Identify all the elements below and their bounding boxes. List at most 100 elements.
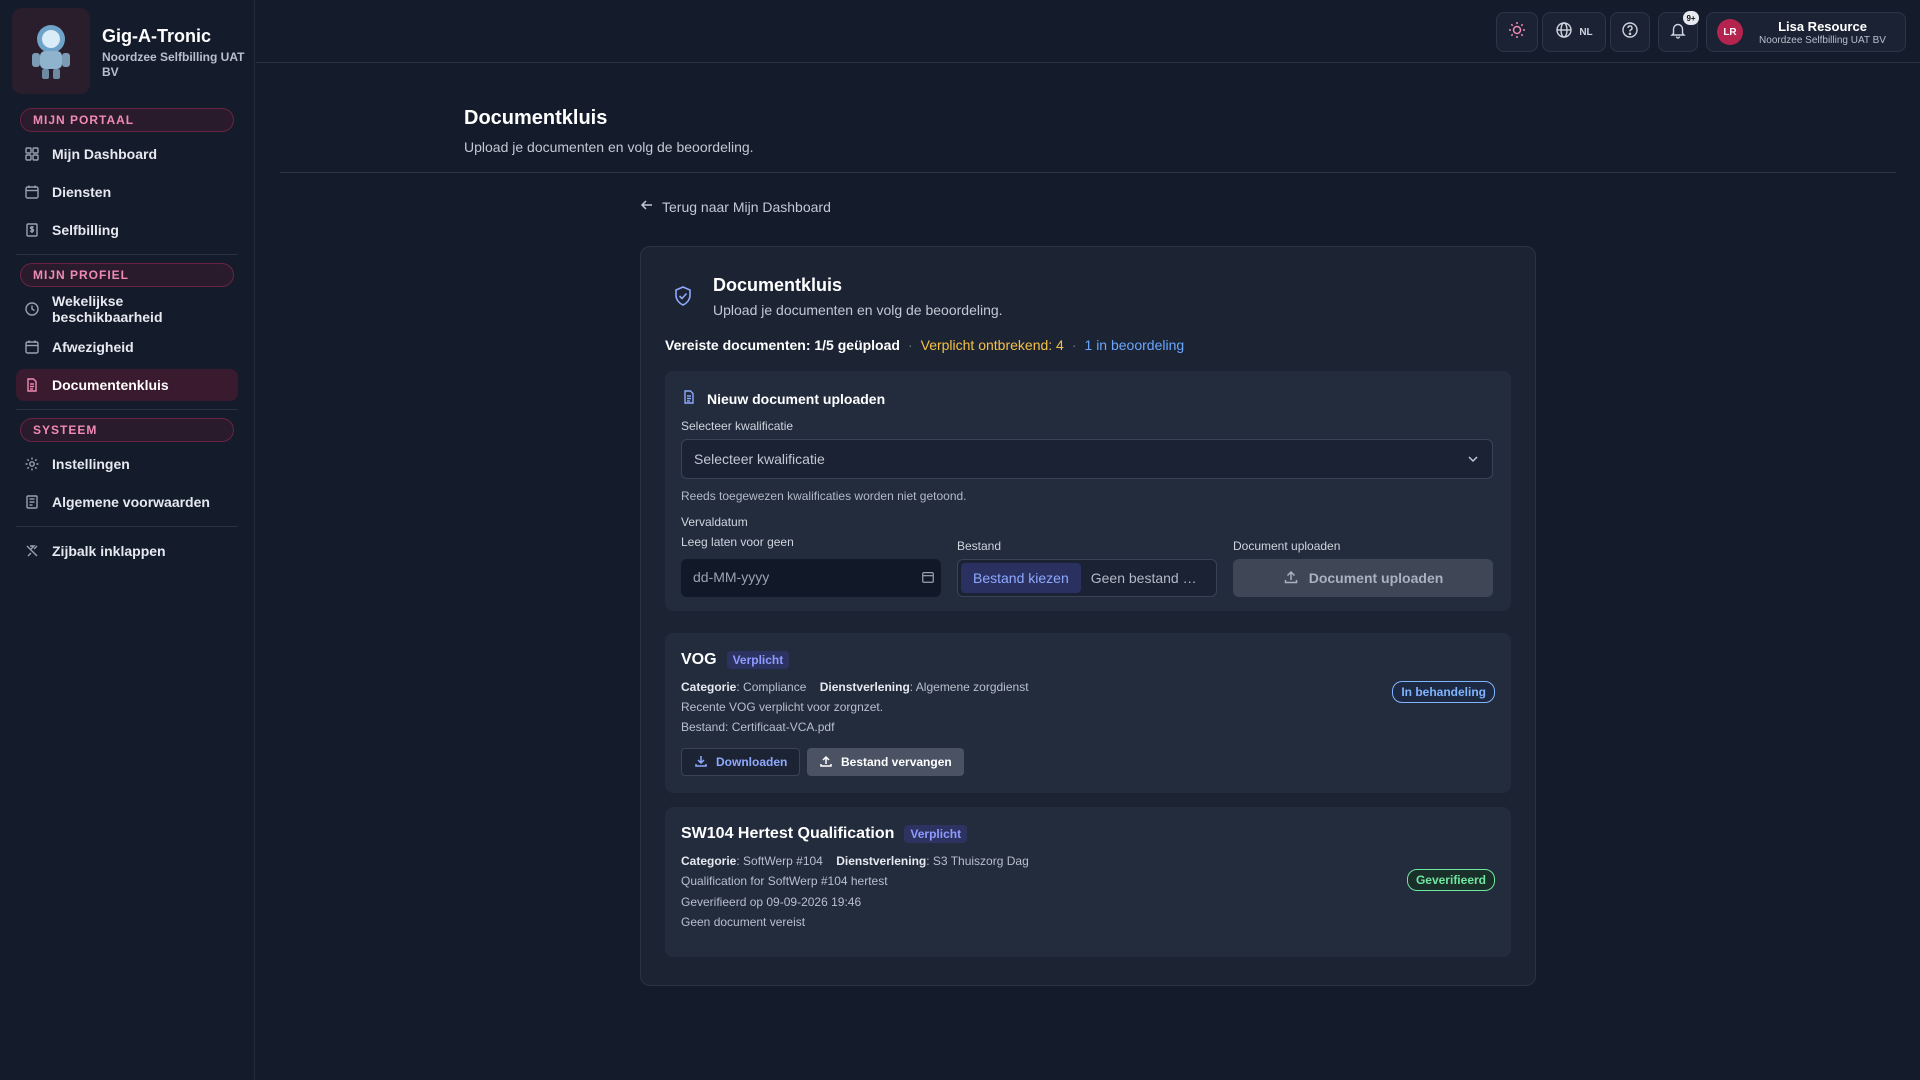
page-title: Documentkluis [464, 107, 608, 129]
document-icon [24, 377, 40, 393]
sidebar-item-label: Documentenkluis [52, 377, 169, 393]
dashboard-icon [24, 146, 40, 162]
document-card-sw104: SW104 Hertest Qualification Verplicht Ca… [665, 807, 1511, 957]
avatar: LR [1717, 19, 1743, 45]
expiry-label: Vervaldatum [681, 515, 748, 529]
qualification-label: Selecteer kwalificatie [681, 419, 794, 433]
language-code: NL [1579, 26, 1593, 38]
calendar-icon [921, 570, 935, 587]
separator: · [907, 337, 913, 353]
required-tag: Verplicht [904, 825, 968, 843]
brand-logo-icon [12, 8, 90, 94]
card-title: Documentkluis [713, 275, 843, 295]
file-input[interactable]: Bestand kiezen Geen bestand gekozen [957, 559, 1217, 597]
document-meta: Categorie: Compliance Dienstverlening: A… [681, 680, 1029, 694]
category-value: SoftWerp #104 [743, 854, 823, 868]
sidebar-item-algemene-voorwaarden[interactable]: Algemene voorwaarden [16, 486, 238, 518]
in-review-count: 1 in beoordeling [1084, 337, 1185, 353]
chevron-down-icon [1466, 452, 1480, 469]
divider [16, 409, 238, 410]
sidebar-item-instellingen[interactable]: Instellingen [16, 448, 238, 480]
download-icon [694, 754, 716, 771]
user-menu-button[interactable]: LR Lisa Resource Noordzee Selfbilling UA… [1706, 12, 1906, 52]
sidebar-item-label: Selfbilling [52, 222, 119, 238]
sidebar-collapse-button[interactable]: Zijbalk inklappen [16, 535, 238, 567]
divider [16, 526, 238, 527]
sidebar-item-documentenkluis[interactable]: Documentenkluis [16, 369, 238, 401]
expiry-placeholder: dd-MM-yyyy [693, 569, 770, 585]
back-link-label: Terug naar Mijn Dashboard [662, 198, 831, 215]
choose-file-button[interactable]: Bestand kiezen [961, 563, 1081, 593]
category-label: Categorie [681, 680, 737, 694]
gear-icon [24, 456, 40, 472]
document-card-vog: VOG Verplicht Categorie: Compliance Dien… [665, 633, 1511, 793]
divider [16, 254, 238, 255]
service-value: S3 Thuiszorg Dag [932, 854, 1029, 868]
required-tag: Verplicht [726, 651, 790, 669]
shield-check-icon [673, 275, 695, 318]
sidebar-item-diensten[interactable]: Diensten [16, 176, 238, 208]
invoice-icon [24, 222, 40, 238]
brand-subtitle: Noordzee Selfbilling UAT BV [102, 50, 245, 79]
qualification-hint: Reeds toegewezen kwalificaties worden ni… [681, 489, 967, 503]
sidebar-item-mijn-dashboard[interactable]: Mijn Dashboard [16, 138, 238, 170]
expiry-date-input[interactable]: dd-MM-yyyy [681, 559, 941, 597]
language-button[interactable]: NL [1542, 12, 1606, 52]
sidebar-collapse-label: Zijbalk inklappen [52, 543, 166, 559]
sidebar-item-afwezigheid[interactable]: Afwezigheid [16, 331, 238, 363]
upload-document-button[interactable]: Document uploaden [1233, 559, 1493, 597]
category-value: Compliance [743, 680, 807, 694]
service-label: Dienstverlening [819, 680, 910, 694]
scroll-icon [24, 494, 40, 510]
replace-label: Bestand vervangen [841, 755, 952, 769]
notification-badge: 9+ [1683, 11, 1699, 25]
notifications-button[interactable]: 9+ [1658, 11, 1699, 52]
download-label: Downloaden [716, 755, 788, 769]
sun-icon [1507, 20, 1527, 45]
user-org: Noordzee Selfbilling UAT BV [1759, 34, 1886, 46]
file-label: Bestand [957, 539, 1002, 553]
qualification-placeholder: Selecteer kwalificatie [694, 451, 825, 467]
clock-icon [24, 301, 40, 317]
sidebar-item-selfbilling[interactable]: Selfbilling [16, 214, 238, 246]
upload-panel: Nieuw document uploaden Selecteer kwalif… [665, 371, 1511, 611]
upload-button-label: Document uploaden [1308, 570, 1444, 586]
document-summary: Vereiste documenten: 1/5 geüpload · Verp… [665, 337, 1184, 353]
sidebar-item-label: Wekelijkse beschikbaarheid [52, 293, 163, 325]
section-mijn-profiel: MIJN PROFIEL [20, 263, 234, 287]
separator: · [1071, 337, 1077, 353]
user-name: Lisa Resource [1778, 18, 1867, 34]
help-icon [1621, 21, 1639, 44]
replace-file-button[interactable]: Bestand vervangen [807, 748, 964, 776]
document-description: Recente VOG verplicht voor zorgnzet. [681, 700, 884, 714]
upload-icon [819, 754, 841, 771]
upload-icon [1283, 569, 1309, 588]
divider [280, 172, 1896, 173]
missing-count: Verplicht ontbrekend: 4 [920, 337, 1064, 353]
theme-toggle-button[interactable] [1496, 12, 1538, 52]
calendar-icon [24, 184, 40, 200]
topbar: NL 9+ LR Lisa Resource Noordzee Selfbill… [256, 0, 1920, 63]
sidebar-item-label: Mijn Dashboard [52, 146, 158, 162]
brand-title: Gig-A-Tronic [102, 26, 211, 46]
document-description: Qualification for SoftWerp #104 hertest [681, 874, 888, 888]
no-document-note: Geen document vereist [681, 915, 806, 929]
upload-label: Document uploaden [1233, 539, 1341, 553]
help-button[interactable] [1610, 12, 1650, 52]
download-button[interactable]: Downloaden [681, 748, 801, 776]
qualification-select[interactable]: Selecteer kwalificatie [681, 439, 1493, 479]
globe-icon [1555, 21, 1573, 44]
document-title: SW104 Hertest Qualification [681, 825, 895, 842]
collapse-icon [24, 543, 40, 559]
arrow-left-icon [640, 198, 662, 215]
calendar-icon [24, 339, 40, 355]
sidebar-item-label: Instellingen [52, 456, 130, 472]
document-meta: Categorie: SoftWerp #104 Dienstverlening… [681, 854, 1029, 868]
document-file: Bestand: Certificaat-VCA.pdf [681, 720, 835, 734]
back-link[interactable]: Terug naar Mijn Dashboard [640, 198, 831, 215]
service-label: Dienstverlening [836, 854, 927, 868]
expiry-hint: Leeg laten voor geen [681, 535, 794, 549]
brand[interactable]: Gig-A-Tronic Noordzee Selfbilling UAT BV [0, 0, 254, 100]
sidebar-item-label: Diensten [52, 184, 112, 200]
sidebar-item-wekelijkse-beschikbaarheid[interactable]: Wekelijkse beschikbaarheid [16, 293, 238, 325]
